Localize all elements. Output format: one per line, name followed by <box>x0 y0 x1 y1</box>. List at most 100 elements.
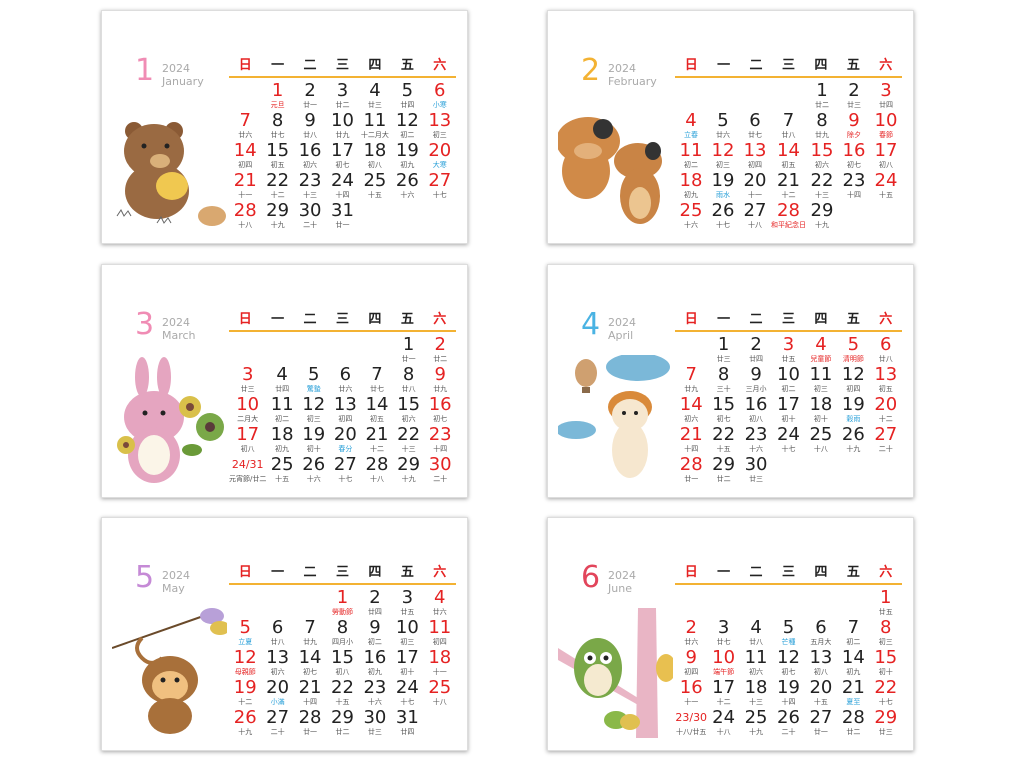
day-cell[interactable]: 16 初八 <box>740 395 772 425</box>
day-cell[interactable]: 6 五月大 <box>805 618 837 648</box>
day-cell[interactable]: 2 廿一 <box>294 81 326 111</box>
day-cell[interactable]: 8 廿七 <box>261 111 293 141</box>
day-cell[interactable]: 22 十七 <box>870 678 902 708</box>
day-cell[interactable]: 23 十四 <box>838 171 870 201</box>
day-cell[interactable]: 3 廿二 <box>326 81 358 111</box>
day-cell[interactable]: 23 十六 <box>740 425 772 455</box>
day-cell[interactable]: 18 十一 <box>424 648 456 678</box>
day-cell[interactable]: 29 十九 <box>261 201 293 231</box>
day-cell[interactable]: 8 初三 <box>870 618 902 648</box>
day-cell[interactable]: 26 十六 <box>298 455 330 485</box>
day-cell[interactable]: 24 十七 <box>772 425 804 455</box>
day-cell[interactable]: 8 廿九 <box>806 111 838 141</box>
day-cell[interactable]: 18 初九 <box>675 171 707 201</box>
day-cell[interactable]: 16 初七 <box>424 395 456 425</box>
day-cell[interactable]: 15 初十 <box>870 648 902 678</box>
day-cell[interactable]: 24 十七 <box>391 678 423 708</box>
day-cell[interactable]: 9 廿九 <box>424 365 456 395</box>
day-cell[interactable]: 17 初八 <box>229 425 266 455</box>
day-cell[interactable]: 24 十五 <box>870 171 902 201</box>
day-cell[interactable]: 20 大寒 <box>424 141 456 171</box>
day-cell[interactable]: 24/31 元宵節/廿二 <box>229 455 266 485</box>
day-cell[interactable]: 13 初三 <box>424 111 456 141</box>
day-cell[interactable]: 14 初七 <box>294 648 326 678</box>
day-cell[interactable]: 4 廿八 <box>740 618 772 648</box>
day-cell[interactable]: 5 芒種 <box>772 618 804 648</box>
day-cell[interactable]: 4 立春 <box>675 111 707 141</box>
day-cell[interactable]: 31 廿四 <box>391 708 423 738</box>
day-cell[interactable]: 7 廿七 <box>361 365 393 395</box>
day-cell[interactable]: 15 初五 <box>261 141 293 171</box>
day-cell[interactable]: 10 初三 <box>391 618 423 648</box>
day-cell[interactable]: 9 廿八 <box>294 111 326 141</box>
day-cell[interactable]: 4 廿四 <box>266 365 298 395</box>
day-cell[interactable]: 7 廿六 <box>229 111 261 141</box>
day-cell[interactable]: 7 廿九 <box>294 618 326 648</box>
day-cell[interactable]: 11 初六 <box>740 648 772 678</box>
day-cell[interactable]: 9 除夕 <box>838 111 870 141</box>
day-cell[interactable]: 30 二十 <box>294 201 326 231</box>
day-cell[interactable]: 10 春節 <box>870 111 902 141</box>
day-cell[interactable]: 28 和平紀念日 <box>771 201 806 231</box>
day-cell[interactable]: 1 勞動節 <box>326 588 358 618</box>
day-cell[interactable]: 15 初八 <box>326 648 358 678</box>
day-cell[interactable]: 6 廿七 <box>739 111 771 141</box>
day-cell[interactable]: 15 初六 <box>806 141 838 171</box>
day-cell[interactable]: 13 初六 <box>261 648 293 678</box>
day-cell[interactable]: 17 初七 <box>326 141 358 171</box>
day-cell[interactable]: 3 廿三 <box>229 365 266 395</box>
day-cell[interactable]: 22 十三 <box>393 425 425 455</box>
day-cell[interactable]: 5 廿六 <box>707 111 739 141</box>
day-cell[interactable]: 20 十二 <box>870 395 902 425</box>
day-cell[interactable]: 27 二十 <box>261 708 293 738</box>
day-cell[interactable]: 30 廿三 <box>740 455 772 485</box>
day-cell[interactable]: 2 廿六 <box>675 618 707 648</box>
day-cell[interactable]: 29 廿二 <box>707 455 739 485</box>
day-cell[interactable]: 9 三月小 <box>740 365 772 395</box>
day-cell[interactable]: 2 廿二 <box>424 335 456 365</box>
day-cell[interactable]: 22 十三 <box>806 171 838 201</box>
day-cell[interactable]: 21 十四 <box>675 425 707 455</box>
day-cell[interactable]: 5 驚蟄 <box>298 365 330 395</box>
day-cell[interactable]: 14 初六 <box>675 395 707 425</box>
day-cell[interactable]: 22 十二 <box>261 171 293 201</box>
day-cell[interactable]: 29 十九 <box>806 201 838 231</box>
day-cell[interactable]: 12 初三 <box>298 395 330 425</box>
day-cell[interactable]: 28 十八 <box>229 201 261 231</box>
day-cell[interactable]: 12 初七 <box>772 648 804 678</box>
day-cell[interactable]: 25 十八 <box>805 425 837 455</box>
day-cell[interactable]: 12 初三 <box>707 141 739 171</box>
day-cell[interactable]: 28 廿一 <box>675 455 707 485</box>
day-cell[interactable]: 16 十一 <box>675 678 707 708</box>
day-cell[interactable]: 10 廿九 <box>326 111 358 141</box>
day-cell[interactable]: 1 廿三 <box>707 335 739 365</box>
day-cell[interactable]: 5 立夏 <box>229 618 261 648</box>
day-cell[interactable]: 1 廿二 <box>806 81 838 111</box>
day-cell[interactable]: 27 十七 <box>330 455 362 485</box>
day-cell[interactable]: 14 初九 <box>837 648 869 678</box>
day-cell[interactable]: 24 十八 <box>707 708 739 738</box>
day-cell[interactable]: 21 十一 <box>229 171 261 201</box>
day-cell[interactable]: 23 十四 <box>424 425 456 455</box>
day-cell[interactable]: 13 初八 <box>805 648 837 678</box>
day-cell[interactable]: 28 十八 <box>361 455 393 485</box>
day-cell[interactable]: 26 十九 <box>229 708 261 738</box>
day-cell[interactable]: 8 四月小 <box>326 618 358 648</box>
day-cell[interactable]: 6 廿六 <box>330 365 362 395</box>
day-cell[interactable]: 4 兒童節 <box>805 335 837 365</box>
day-cell[interactable]: 6 小寒 <box>424 81 456 111</box>
day-cell[interactable]: 20 小滿 <box>261 678 293 708</box>
day-cell[interactable]: 28 廿二 <box>837 708 869 738</box>
day-cell[interactable]: 26 二十 <box>772 708 804 738</box>
day-cell[interactable]: 23 十六 <box>359 678 391 708</box>
day-cell[interactable]: 17 初八 <box>870 141 902 171</box>
day-cell[interactable]: 25 十八 <box>424 678 456 708</box>
day-cell[interactable]: 3 廿五 <box>772 335 804 365</box>
day-cell[interactable]: 29 廿三 <box>870 708 902 738</box>
day-cell[interactable]: 26 十六 <box>391 171 423 201</box>
day-cell[interactable]: 19 雨水 <box>707 171 739 201</box>
day-cell[interactable]: 30 廿三 <box>359 708 391 738</box>
day-cell[interactable]: 25 十五 <box>266 455 298 485</box>
day-cell[interactable]: 18 十三 <box>740 678 772 708</box>
day-cell[interactable]: 16 初六 <box>294 141 326 171</box>
